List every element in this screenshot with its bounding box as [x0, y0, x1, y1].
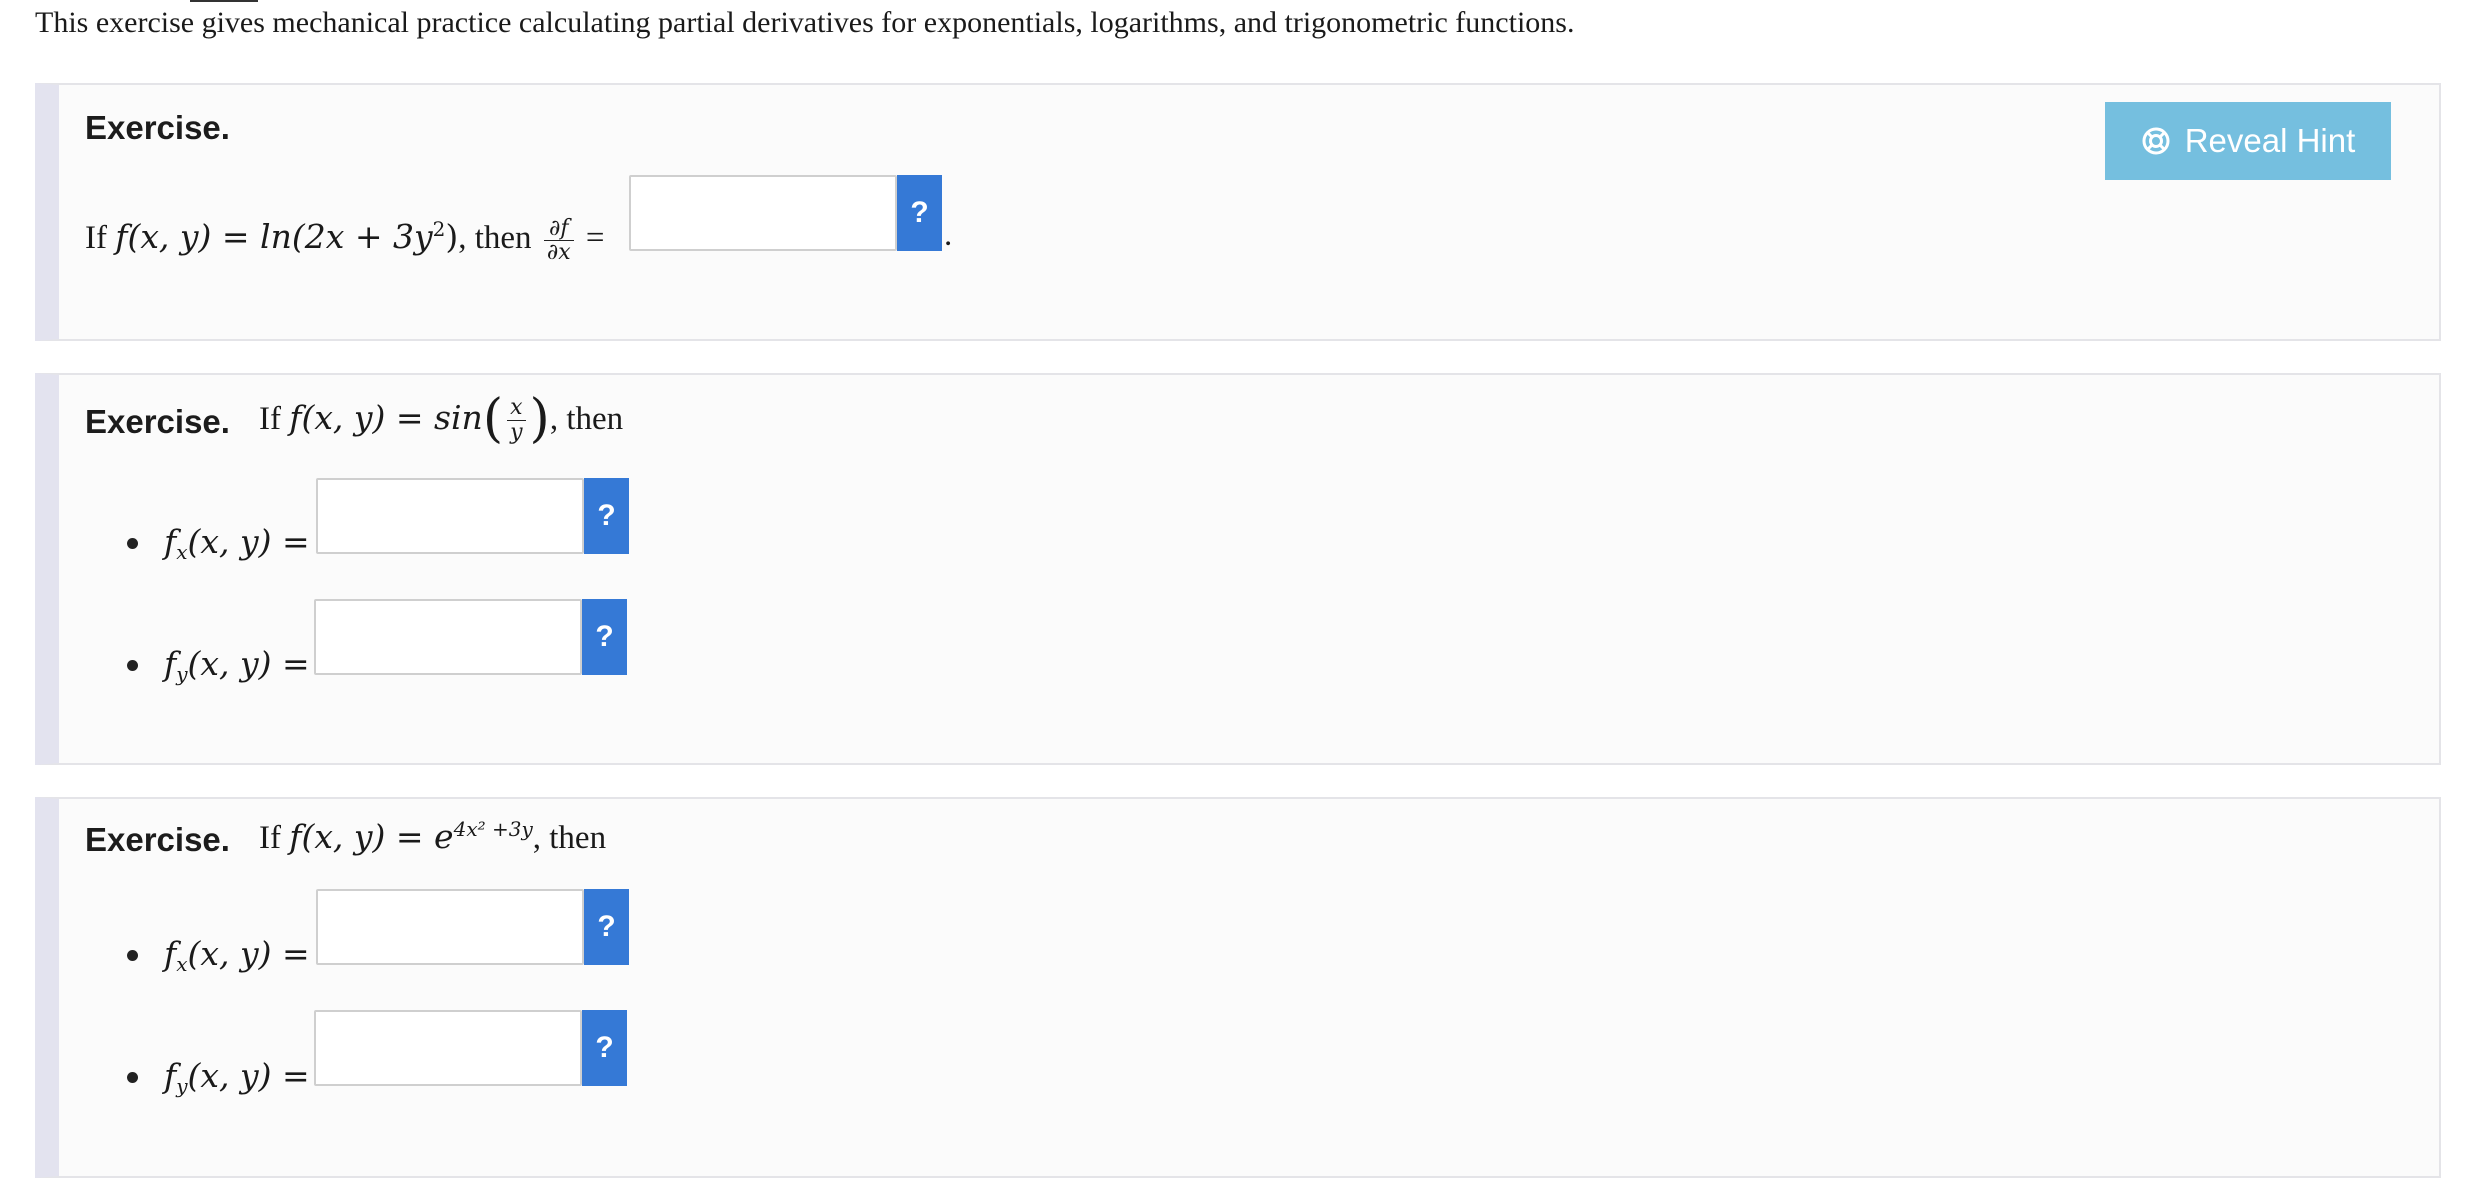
fy-label: fy(x, y) = — [164, 644, 310, 686]
equals-sign: = — [585, 220, 605, 257]
fx-label: fx(x, y) = — [164, 522, 310, 564]
function-expression: f(x, y) = e4x² +3y — [289, 817, 533, 856]
reveal-hint-label: Reveal Hint — [2184, 122, 2356, 159]
then-text: , then — [549, 401, 624, 437]
exercise-heading: Exercise. — [85, 403, 230, 440]
answer-input-fx[interactable] — [316, 889, 584, 965]
partial-derivative: ∂f ∂x — [543, 217, 574, 264]
exercise-1: Exercise. Reveal Hint If f(x, y) = ln(2x… — [35, 83, 2441, 341]
help-button[interactable]: ? — [584, 889, 629, 965]
exercise-heading: Exercise. — [85, 821, 230, 858]
if-text: If — [259, 820, 281, 856]
reveal-hint-button[interactable]: Reveal Hint — [2105, 102, 2391, 180]
answer-input-fx[interactable] — [316, 478, 584, 554]
exercise-1-statement: If f(x, y) = ln(2x + 3y2), then ∂f ∂x = — [85, 217, 604, 264]
help-button[interactable]: ? — [584, 478, 629, 554]
intro-text: This exercise gives mechanical practice … — [35, 6, 1575, 39]
if-text: If — [259, 401, 281, 437]
answer-input-fy[interactable] — [314, 1010, 582, 1086]
answer-input-fy[interactable] — [314, 599, 582, 675]
then-text: , then — [532, 820, 607, 856]
bullet — [127, 538, 138, 549]
exercise-heading: Exercise. — [85, 109, 230, 146]
exercise-3: Exercise. If f(x, y) = e4x² +3y, then fx… — [35, 797, 2441, 1178]
bullet — [127, 950, 138, 961]
exercise-3-statement: If f(x, y) = e4x² +3y, then — [259, 817, 606, 857]
exercise-2: Exercise. If f(x, y) = sin(x y), then fx(… — [35, 373, 2441, 765]
function-expression: f(x, y) = ln(2x + 3y2) — [115, 217, 459, 257]
answer-group: ? — [314, 1010, 627, 1086]
answer-input[interactable] — [629, 175, 897, 251]
bullet — [127, 660, 138, 671]
answer-group: ? — [316, 889, 629, 965]
if-text: If — [85, 220, 107, 257]
help-button[interactable]: ? — [582, 1010, 627, 1086]
fx-label: fx(x, y) = — [164, 934, 310, 976]
help-button[interactable]: ? — [582, 599, 627, 675]
function-expression: f(x, y) = sin(x y) — [289, 389, 550, 449]
answer-group: ? — [314, 599, 627, 675]
exercise-2-statement: If f(x, y) = sin(x y), then — [259, 389, 623, 449]
answer-group: ? — [316, 478, 629, 554]
answer-group: ? — [629, 175, 942, 251]
help-button[interactable]: ? — [897, 175, 942, 251]
then-text: , then — [458, 220, 532, 257]
bullet — [127, 1072, 138, 1083]
lifebuoy-icon — [2142, 127, 2170, 155]
top-divider — [190, 0, 258, 2]
period: . — [944, 217, 953, 253]
fy-label: fy(x, y) = — [164, 1056, 310, 1098]
